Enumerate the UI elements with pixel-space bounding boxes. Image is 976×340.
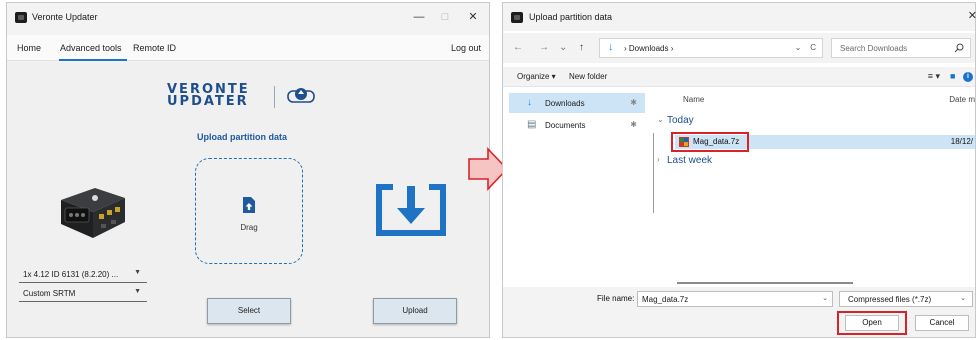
autopilot-device-image (61, 188, 125, 238)
log-out-link[interactable]: Log out (451, 43, 481, 53)
logo-separator (274, 86, 275, 108)
dialog-title: Upload partition data (529, 12, 613, 22)
upload-button[interactable]: Upload (373, 298, 457, 324)
nav-item-downloads[interactable]: ↓ Downloads ✱ (509, 93, 645, 113)
file-list: Name Date m ⌄ Today Mag_data.7z 18/12/ ›… (653, 89, 975, 269)
srtm-select-value: Custom SRTM (23, 289, 76, 298)
menu-home[interactable]: Home (17, 43, 41, 53)
device-select[interactable]: 1x 4.12 ID 6131 (8.2.20) ... ▼ (19, 267, 147, 283)
srtm-select[interactable]: Custom SRTM ▼ (19, 286, 147, 302)
recent-locations-icon[interactable]: ⌄ (559, 42, 567, 53)
main-content: VERONTE UPDATER Upload partition data Dr… (7, 62, 489, 337)
window-title: Veronte Updater (32, 12, 98, 22)
back-arrow-icon[interactable]: ← (513, 42, 523, 53)
dialog-toolbar: Organize ▾ New folder ≡ ▾ ■ i (503, 67, 975, 87)
minimize-button[interactable]: — (410, 9, 428, 25)
cancel-button[interactable]: Cancel (915, 315, 969, 331)
close-button[interactable]: ✕ (464, 9, 482, 25)
nav-item-documents[interactable]: ▤ Documents ✱ (509, 115, 645, 135)
forward-arrow-icon[interactable]: → (539, 42, 549, 53)
preview-pane-icon[interactable]: ■ (950, 71, 955, 81)
organize-menu[interactable]: Organize ▾ (517, 72, 556, 81)
maximize-button[interactable]: □ (436, 9, 454, 25)
group-today[interactable]: Today (667, 115, 694, 126)
drone-logo-icon (287, 88, 315, 103)
drop-zone[interactable]: Drag (195, 158, 303, 264)
view-options-icon[interactable]: ≡ ▾ (928, 71, 940, 81)
app-icon (511, 12, 523, 23)
pin-icon: ✱ (630, 98, 637, 107)
file-highlight-box (671, 132, 749, 152)
path-tools: ⌄ C (795, 43, 816, 52)
menu-advanced-tools[interactable]: Advanced tools (60, 43, 122, 53)
view-tools: ≡ ▾ ■ i (928, 71, 973, 82)
search-placeholder: Search Downloads (840, 44, 908, 53)
pin-icon: ✱ (630, 120, 637, 129)
nav-item-label: Downloads (545, 99, 585, 108)
path-dropdown-icon[interactable]: ⌄ (795, 43, 802, 52)
new-folder-button[interactable]: New folder (569, 72, 607, 81)
download-folder-icon: ↓ (608, 41, 614, 53)
file-name-input[interactable]: Mag_data.7z ⌄ (637, 291, 833, 307)
up-arrow-icon[interactable]: ↑ (579, 42, 584, 53)
address-bar: ← → ⌄ ↑ ↓ › Downloads › ⌄ C Search Downl… (503, 33, 975, 63)
column-name[interactable]: Name (683, 95, 704, 104)
chevron-right-icon[interactable]: › (657, 155, 660, 164)
veronte-updater-logo: VERONTE UPDATER (167, 83, 347, 114)
dialog-titlebar: Upload partition data ✕ (503, 3, 976, 31)
horizontal-scrollbar[interactable] (677, 282, 853, 284)
chevron-down-icon[interactable]: ⌄ (657, 115, 664, 124)
nav-item-label: Documents (545, 121, 586, 130)
menubar: Home Advanced tools Remote ID Log out (7, 35, 489, 61)
file-name-label: File name: (597, 294, 635, 303)
veronte-updater-window: Veronte Updater — □ ✕ Home Advanced tool… (6, 2, 490, 338)
chevron-down-icon: ▼ (134, 288, 141, 295)
upload-heading: Upload partition data (197, 132, 287, 142)
path-breadcrumb[interactable]: ↓ › Downloads › ⌄ C (599, 38, 823, 58)
file-open-dialog: Upload partition data ✕ ← → ⌄ ↑ ↓ › Down… (502, 2, 976, 338)
logo-text: VERONTE UPDATER (167, 83, 250, 109)
file-date: 18/12/ (950, 137, 973, 146)
dialog-footer: File name: Mag_data.7z ⌄ Compressed file… (503, 287, 975, 337)
drop-zone-label: Drag (240, 223, 258, 232)
file-type-value: Compressed files (*.7z) (848, 295, 932, 304)
info-icon[interactable]: i (963, 71, 973, 82)
file-type-select[interactable]: Compressed files (*.7z) ⌄ (839, 291, 973, 307)
breadcrumb-text: › Downloads › (624, 44, 674, 53)
menu-remote-id[interactable]: Remote ID (133, 43, 176, 53)
device-select-value: 1x 4.12 ID 6131 (8.2.20) ... (23, 270, 119, 279)
download-icon (376, 184, 446, 236)
tree-line (653, 133, 654, 213)
group-last-week[interactable]: Last week (667, 155, 712, 166)
documents-folder-icon: ▤ (527, 119, 537, 130)
search-icon (954, 43, 964, 53)
dialog-close-button[interactable]: ✕ (968, 9, 976, 22)
file-upload-icon (243, 197, 255, 213)
logo-line-2: UPDATER (167, 94, 249, 109)
open-highlight-box (837, 311, 907, 335)
file-name-value: Mag_data.7z (642, 295, 689, 304)
column-date[interactable]: Date m (949, 95, 975, 104)
navigation-pane: ↓ Downloads ✱ ▤ Documents ✱ (503, 89, 649, 269)
chevron-down-icon: ▼ (134, 269, 141, 276)
app-icon (15, 12, 27, 23)
chevron-down-icon: ⌄ (960, 295, 966, 302)
search-input[interactable]: Search Downloads (831, 38, 971, 58)
titlebar: Veronte Updater — □ ✕ (7, 3, 489, 31)
refresh-icon[interactable]: C (810, 43, 816, 52)
select-button[interactable]: Select (207, 298, 291, 324)
download-folder-icon: ↓ (527, 97, 532, 108)
active-tab-indicator (59, 59, 127, 61)
chevron-down-icon: ⌄ (822, 295, 828, 302)
